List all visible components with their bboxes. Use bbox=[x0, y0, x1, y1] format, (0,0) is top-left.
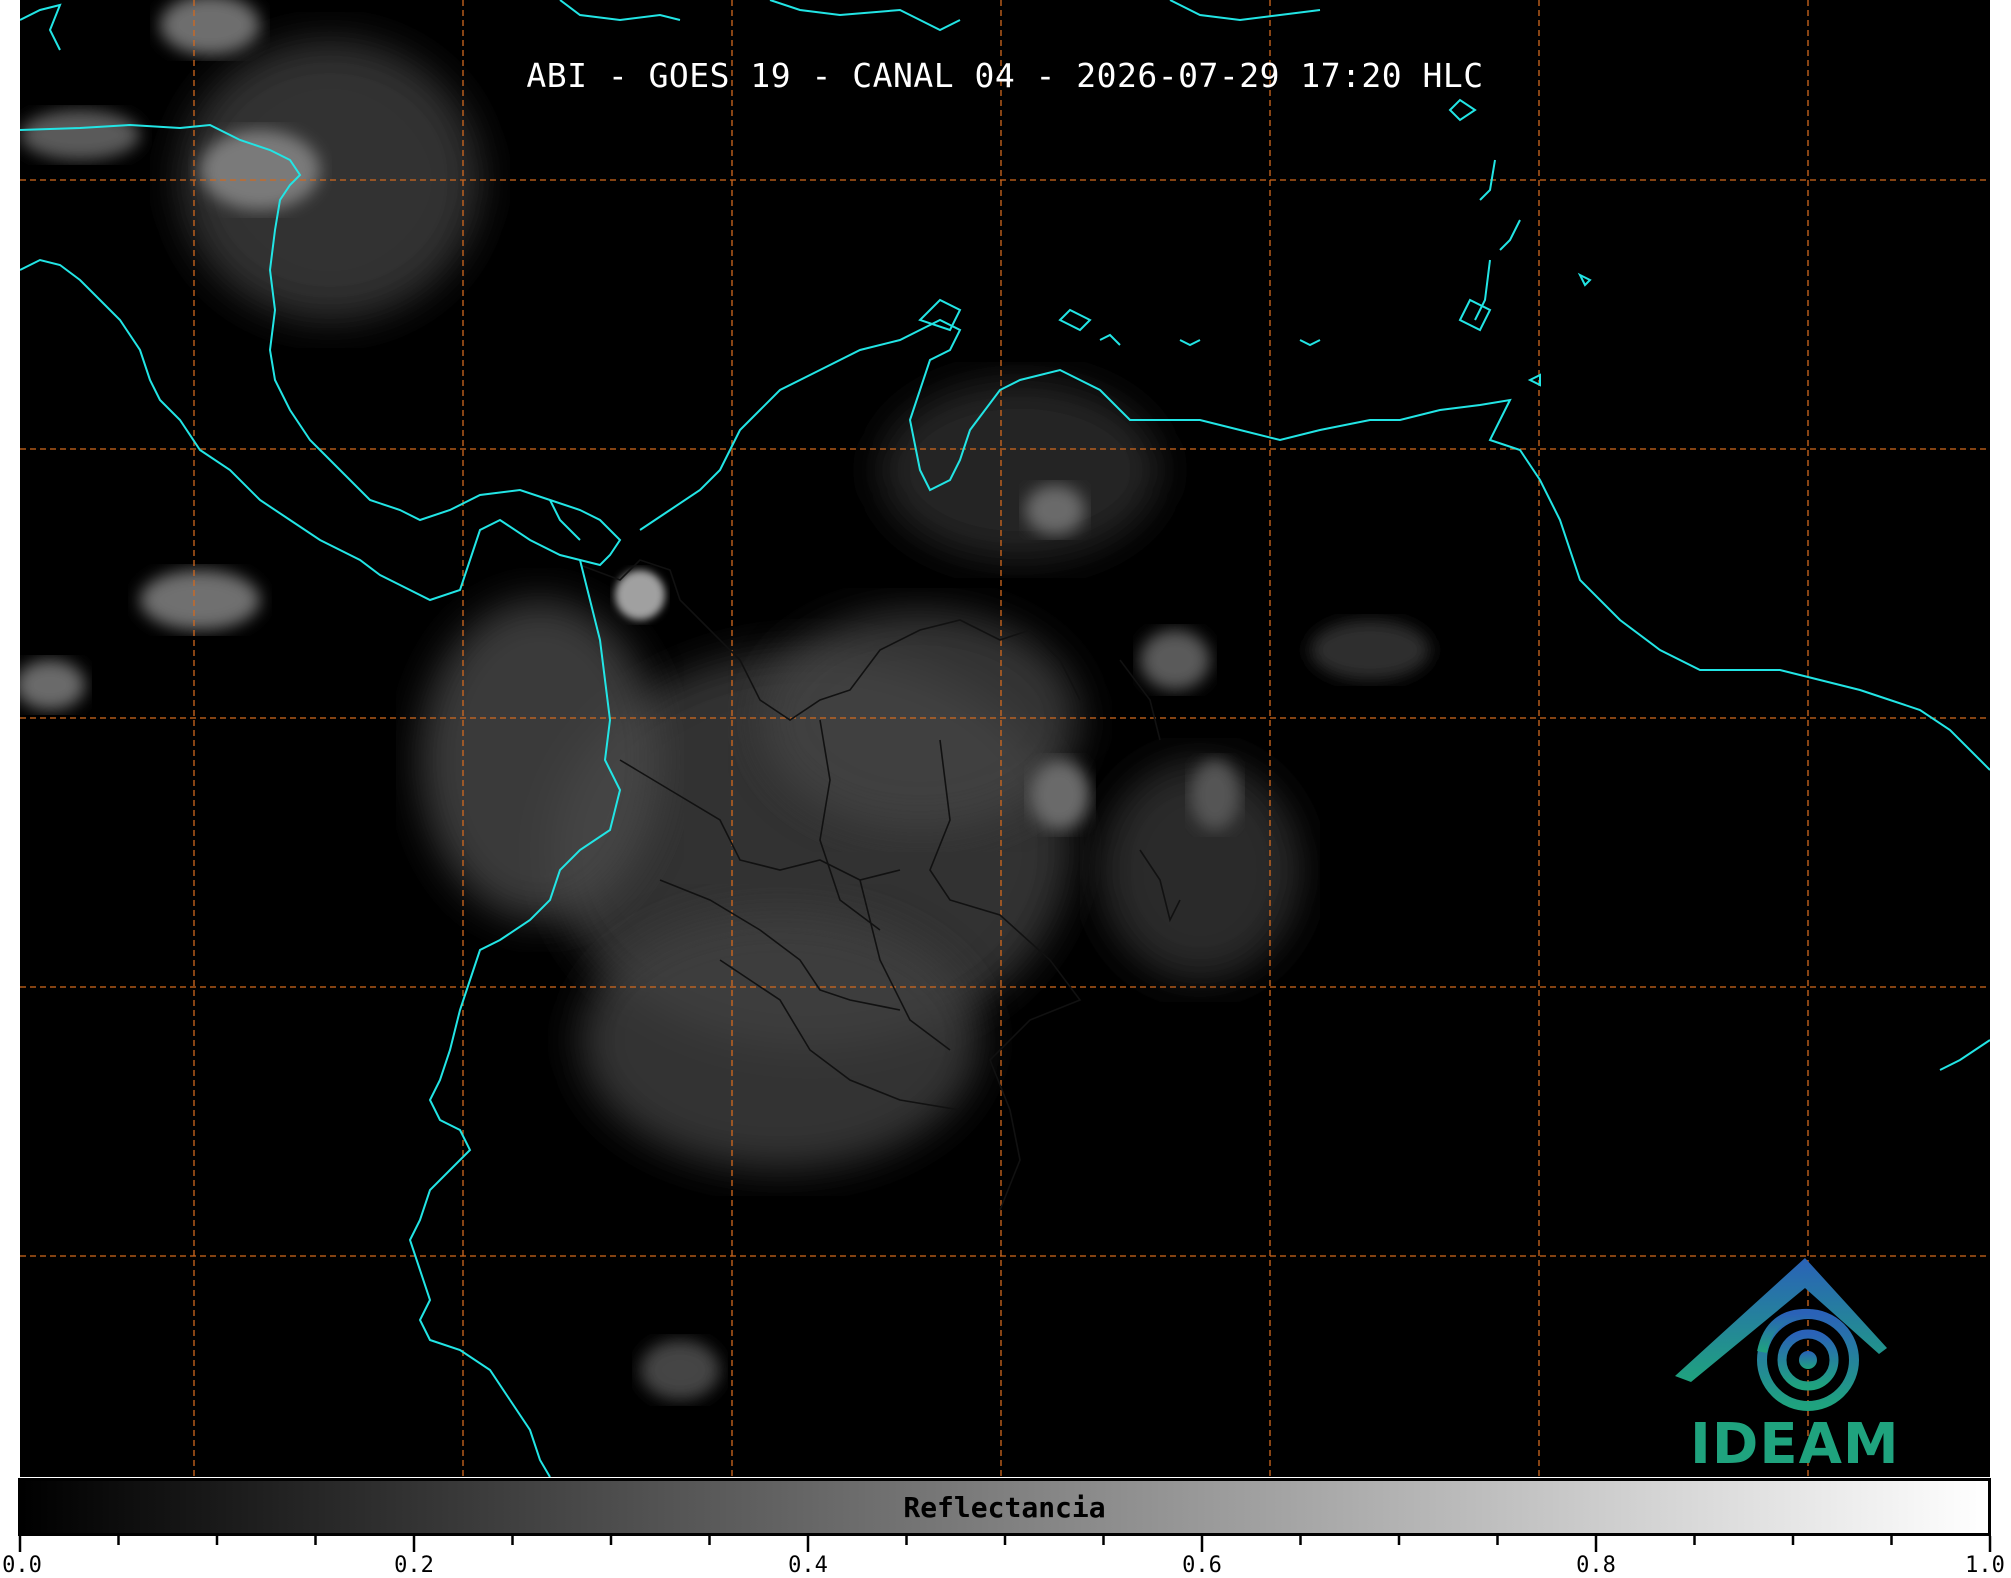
colorbar-label: Reflectancia bbox=[903, 1491, 1106, 1524]
map-title: ABI - GOES 19 - CANAL 04 - 2026-07-29 17… bbox=[526, 56, 1484, 95]
colorbar-tick-label: 0.4 bbox=[788, 1553, 828, 1578]
colorbar-tick-label: 0.2 bbox=[394, 1553, 434, 1578]
satellite-map[interactable]: ABI - GOES 19 - CANAL 04 - 2026-07-29 17… bbox=[20, 0, 1990, 1477]
ideam-logo-text: IDEAM bbox=[1690, 1412, 1900, 1477]
cloud-layer bbox=[20, 0, 1430, 1400]
colorbar: Reflectancia bbox=[18, 1478, 1991, 1536]
colorbar-ticks bbox=[18, 1536, 1992, 1552]
colorbar-tick-label: 0.8 bbox=[1576, 1553, 1616, 1578]
colorbar-tick-label: 1.0 bbox=[1965, 1553, 2005, 1578]
colorbar-tick-label: 0.6 bbox=[1182, 1553, 1222, 1578]
colorbar-tick-label: 0.0 bbox=[2, 1553, 42, 1578]
